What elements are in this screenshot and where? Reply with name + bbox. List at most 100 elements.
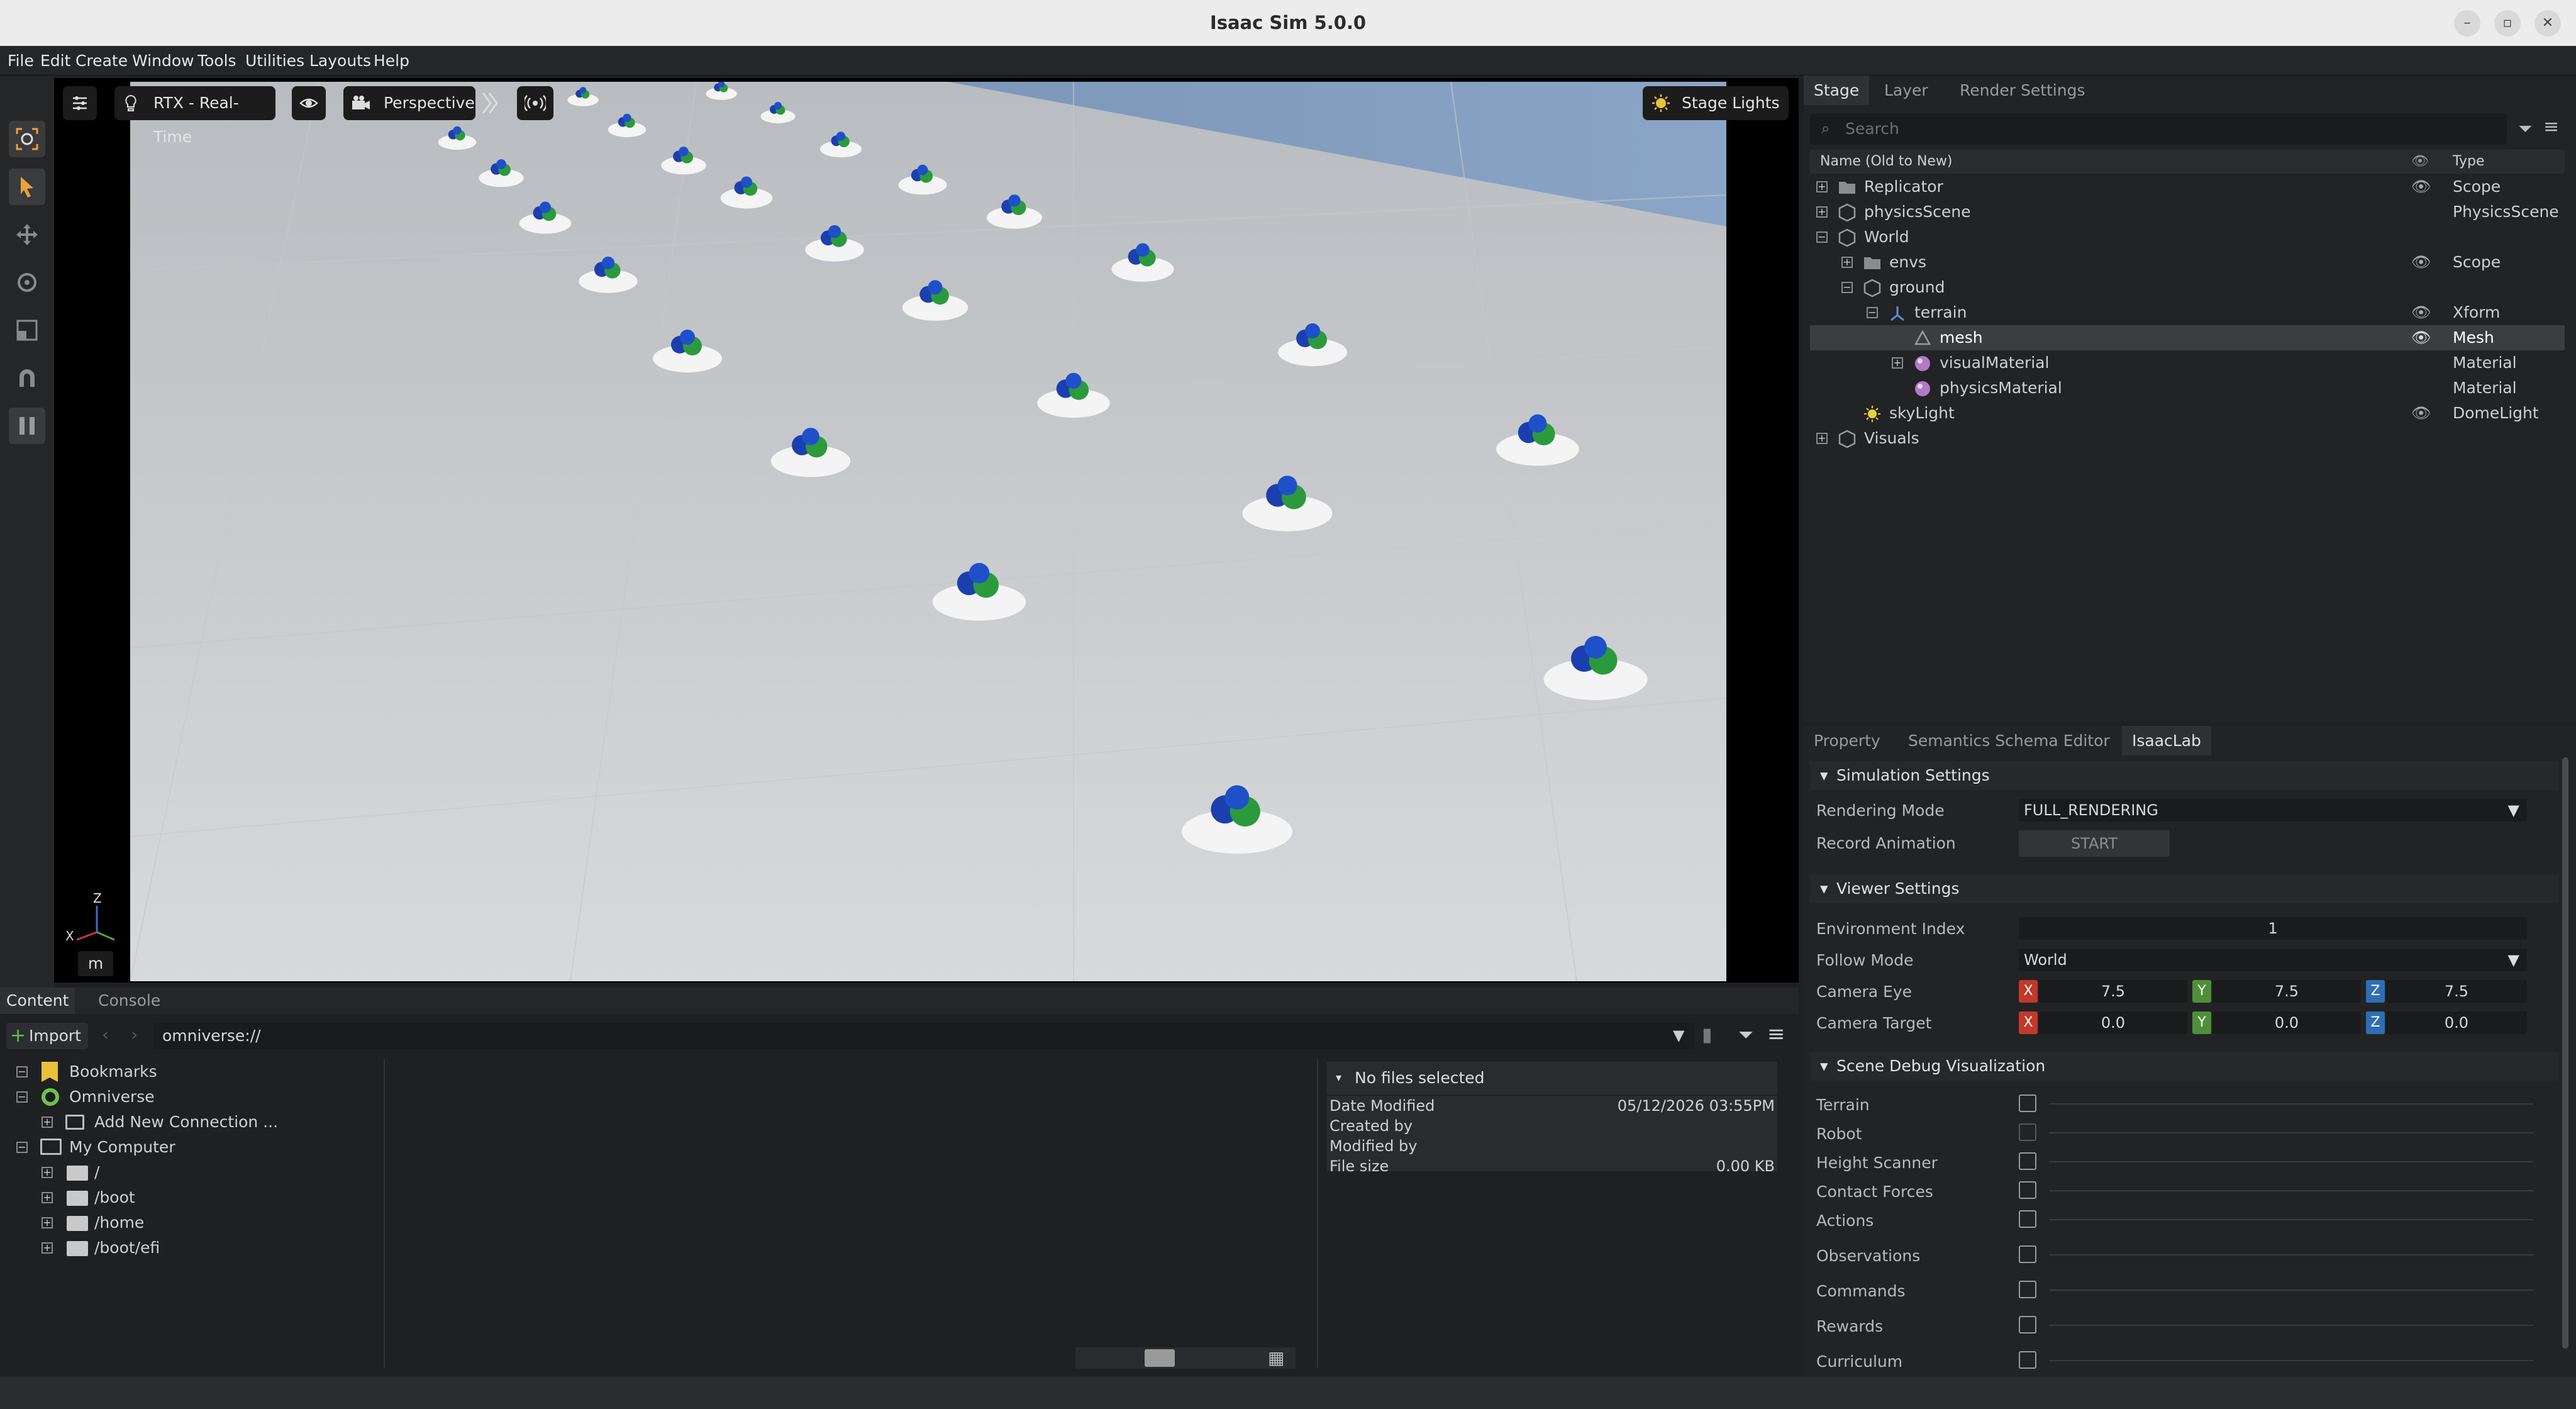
tab-property[interactable]: Property [1804, 726, 1890, 755]
camera-eye-y-field[interactable]: 7.5 [2212, 980, 2361, 1003]
follow-mode-dropdown[interactable]: World ▼ [2019, 949, 2527, 971]
viewer-settings-header[interactable]: ▾ Viewer Settings [1810, 874, 2558, 903]
folder-icon [67, 1191, 88, 1206]
visibility-eye-icon[interactable]: 👁 [2411, 300, 2431, 325]
tab-render-settings[interactable]: Render Settings [1950, 75, 2096, 105]
menu-icon[interactable]: ≡ [1767, 1022, 1785, 1047]
minimize-button[interactable]: – [2454, 10, 2480, 36]
scene-debug-header[interactable]: ▾ Scene Debug Visualization [1810, 1052, 2558, 1081]
tab-layer[interactable]: Layer [1874, 75, 1938, 105]
tab-semantics-schema-editor[interactable]: Semantics Schema Editor [1898, 726, 2120, 755]
stage-search-input[interactable]: ⌕ Search [1810, 113, 2507, 145]
frame-selection-icon[interactable] [9, 121, 45, 157]
visibility-eye-icon[interactable]: 👁 [2411, 401, 2431, 426]
header-type[interactable]: Type [2453, 150, 2485, 174]
select-tool-icon[interactable] [9, 169, 45, 205]
camera-selector[interactable]: Perspective [343, 86, 475, 120]
zoom-slider-handle[interactable] [1145, 1349, 1175, 1367]
visibility-eye-icon[interactable]: 👁 [2411, 325, 2431, 350]
debug-rewards-checkbox[interactable] [2019, 1316, 2036, 1334]
tree-row-world[interactable]: − World [1810, 225, 2565, 250]
environment-index-field[interactable]: 1 [2019, 917, 2527, 940]
tree-row-replicator[interactable]: + Replicator 👁 Scope [1810, 174, 2565, 199]
tree-row-envs[interactable]: + envs 👁 Scope [1810, 250, 2565, 275]
forward-arrow-icon[interactable]: › [131, 1024, 138, 1045]
visibility-eye-icon[interactable]: 👁 [2411, 174, 2431, 199]
stage-lights-selector[interactable]: Stage Lights [1643, 86, 1789, 120]
divider [2049, 1360, 2533, 1361]
scale-tool-icon[interactable] [9, 312, 45, 348]
units-badge[interactable]: m [78, 951, 113, 976]
axis-z-label: Z [93, 891, 102, 906]
sensor-broadcast-icon[interactable] [517, 86, 553, 120]
tree-row-mesh[interactable]: mesh 👁 Mesh [1810, 325, 2565, 350]
debug-observations-checkbox[interactable] [2019, 1245, 2036, 1263]
visibility-eye-icon[interactable] [292, 86, 326, 120]
start-button[interactable]: START [2019, 830, 2170, 857]
filter-icon[interactable]: ⏷ [1738, 1024, 1753, 1046]
debug-curriculum-label: Curriculum [1816, 1352, 1903, 1371]
tree-row-physicsmaterial[interactable]: physicsMaterial Material [1810, 376, 2565, 401]
viewport[interactable] [130, 82, 1726, 981]
date-modified-row: Date Modified 05/12/2026 03:55PM [1330, 1097, 1775, 1115]
menu-icon[interactable]: ≡ [2543, 116, 2559, 138]
zoom-slider[interactable] [1075, 1347, 1296, 1369]
camera-target-y-field[interactable]: 0.0 [2212, 1011, 2361, 1034]
path-input[interactable]: omniverse:// [153, 1023, 1694, 1049]
debug-height-scanner-checkbox[interactable] [2019, 1152, 2036, 1170]
tab-stage[interactable]: Stage [1804, 75, 1870, 105]
snap-magnet-icon[interactable] [9, 360, 45, 396]
debug-actions-checkbox[interactable] [2019, 1210, 2036, 1228]
rotate-tool-icon[interactable] [9, 264, 45, 301]
move-tool-icon[interactable] [9, 216, 45, 253]
camera-target-x-field[interactable]: 0.0 [2039, 1011, 2187, 1034]
debug-curriculum-checkbox[interactable] [2019, 1351, 2036, 1369]
tree-row-visuals[interactable]: + Visuals [1810, 426, 2565, 451]
tab-content[interactable]: Content [0, 988, 75, 1014]
visibility-eye-icon[interactable]: 👁 [2411, 250, 2431, 275]
header-name[interactable]: Name (Old to New) [1820, 150, 1953, 174]
tree-row-visualmaterial[interactable]: + visualMaterial Material [1810, 350, 2565, 376]
file-grid[interactable] [386, 1059, 1318, 1367]
camera-eye-x-field[interactable]: 7.5 [2039, 980, 2187, 1003]
bookmark-icon[interactable]: ▮ [1702, 1024, 1713, 1046]
menu-utilities[interactable]: Utilities [245, 46, 304, 75]
debug-robot-checkbox[interactable] [2019, 1123, 2036, 1141]
grid-view-icon[interactable]: ▦ [1268, 1347, 1284, 1368]
menu-file[interactable]: File [8, 46, 34, 75]
tab-isaaclab[interactable]: IsaacLab [2122, 726, 2211, 755]
expand-arrow-icon[interactable] [478, 86, 503, 120]
viewport-settings-icon[interactable] [63, 86, 97, 120]
menu-layouts[interactable]: Layouts [309, 46, 371, 75]
debug-terrain-checkbox[interactable] [2019, 1094, 2036, 1112]
camera-eye-z-field[interactable]: 7.5 [2386, 980, 2527, 1003]
menu-tools[interactable]: Tools [197, 46, 236, 75]
camera-target-z-field[interactable]: 0.0 [2386, 1011, 2527, 1034]
simulation-settings-header[interactable]: ▾ Simulation Settings [1810, 761, 2558, 790]
property-scrollbar[interactable] [2562, 757, 2568, 1349]
import-button[interactable]: + Import [6, 1023, 88, 1049]
tree-row-physicsscene[interactable]: + physicsScene PhysicsScene [1810, 199, 2565, 225]
menu-create[interactable]: Create [75, 46, 128, 75]
debug-rewards-label: Rewards [1816, 1317, 1884, 1335]
menu-window[interactable]: Window [132, 46, 194, 75]
debug-contact-forces-checkbox[interactable] [2019, 1181, 2036, 1199]
back-arrow-icon[interactable]: ‹ [102, 1024, 109, 1045]
tab-console[interactable]: Console [92, 988, 167, 1014]
menu-help[interactable]: Help [374, 46, 409, 75]
tree-row-skylight[interactable]: skyLight 👁 DomeLight [1810, 401, 2565, 426]
pause-icon[interactable] [9, 408, 45, 444]
tree-row-terrain[interactable]: − terrain 👁 Xform [1810, 300, 2565, 325]
filter-icon[interactable]: ⏷ [2518, 118, 2532, 140]
close-button[interactable]: ✕ [2534, 10, 2561, 36]
environment-index-label: Environment Index [1816, 920, 1965, 938]
maximize-button[interactable]: ▫ [2494, 10, 2521, 36]
tree-row-ground[interactable]: − ground [1810, 275, 2565, 300]
renderer-selector[interactable]: RTX - Real-Time [114, 86, 275, 146]
camera-label: Perspective [384, 94, 475, 112]
menu-edit[interactable]: Edit [40, 46, 70, 75]
chevron-down-icon[interactable]: ▼ [1673, 1027, 1684, 1044]
debug-commands-checkbox[interactable] [2019, 1281, 2036, 1298]
rendering-mode-dropdown[interactable]: FULL_RENDERING ▼ [2019, 799, 2527, 821]
folder-icon [67, 1166, 88, 1181]
